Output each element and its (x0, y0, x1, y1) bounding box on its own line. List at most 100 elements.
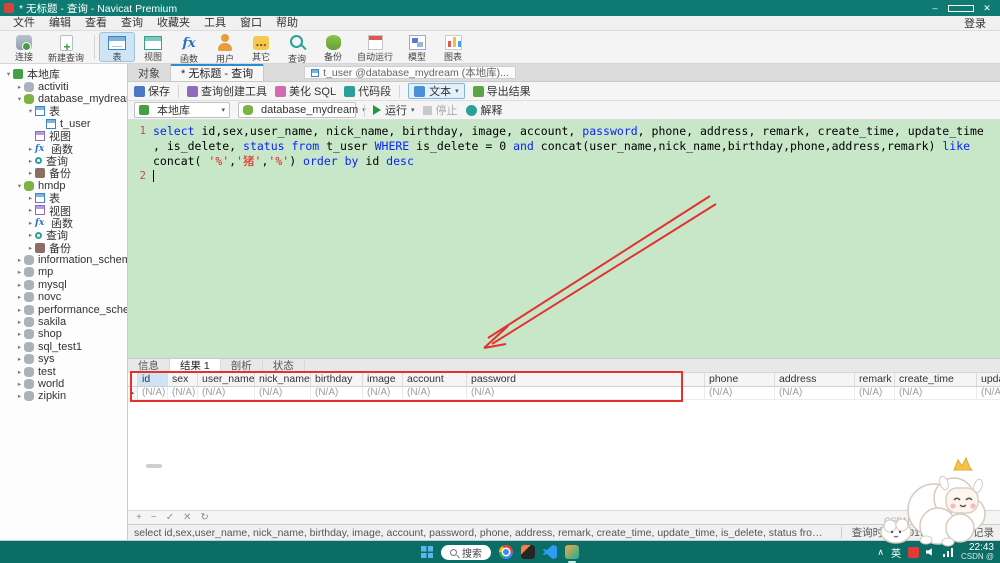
taskbar-app-navicat[interactable] (565, 545, 579, 563)
column-header[interactable]: sex (168, 373, 198, 387)
apply-changes-button[interactable]: ✓ (166, 512, 174, 523)
toolbar-button-user[interactable]: 用户 (207, 32, 243, 64)
table-cell[interactable]: (N/A) (467, 387, 705, 400)
column-header[interactable]: account (403, 373, 467, 387)
tree-item[interactable]: ▸ information_schema (0, 254, 127, 266)
run-button[interactable]: 运行 ▾ (373, 102, 415, 118)
caret-icon[interactable]: ▸ (15, 355, 24, 363)
caret-icon[interactable]: ▸ (26, 194, 35, 202)
menu-item-0[interactable]: 文件 (6, 16, 42, 31)
table-cell[interactable]: (N/A) (198, 387, 255, 400)
caret-icon[interactable]: ▸ (26, 219, 35, 227)
caret-icon[interactable]: ▾ (4, 70, 13, 78)
table-cell[interactable]: (N/A) (775, 387, 855, 400)
table-cell[interactable]: (N/A) (855, 387, 895, 400)
caret-icon[interactable]: ▸ (26, 231, 35, 239)
toolbar-button-query[interactable]: 查询 (279, 32, 315, 64)
caret-icon[interactable]: ▸ (15, 83, 24, 91)
menu-item-3[interactable]: 查询 (114, 16, 150, 31)
table-cell[interactable]: (N/A) (168, 387, 198, 400)
tree-item[interactable]: ▾ 本地库 (0, 68, 127, 81)
tree-item[interactable]: ▸ shop (0, 328, 127, 340)
table-cell[interactable]: (N/A) (895, 387, 977, 400)
column-header[interactable]: nick_name (255, 373, 311, 387)
results-tab-2[interactable]: 剖析 (221, 359, 263, 372)
table-cell[interactable]: (N/A) (705, 387, 775, 400)
toolbar-button-others[interactable]: 其它 (243, 32, 279, 62)
taskbar-app-ide[interactable] (521, 545, 535, 559)
caret-icon[interactable]: ▸ (15, 281, 24, 289)
code-snippet-button[interactable]: 代码段 (344, 83, 391, 99)
tree-item[interactable]: ▾ 表 (0, 105, 127, 118)
column-header[interactable]: create_time (895, 373, 977, 387)
caret-icon[interactable]: ▸ (15, 306, 24, 314)
column-header[interactable]: address (775, 373, 855, 387)
table-cell[interactable]: (N/A) (138, 387, 168, 400)
caret-icon[interactable]: ▸ (26, 145, 35, 153)
tree-item[interactable]: ▸ world (0, 378, 127, 390)
tree-item[interactable]: ▸ mp (0, 266, 127, 278)
table-cell[interactable]: (N/A) (403, 387, 467, 400)
caret-icon[interactable]: ▸ (26, 244, 35, 252)
column-header[interactable]: update_time (977, 373, 1000, 387)
caret-icon[interactable]: ▸ (15, 330, 24, 338)
discard-changes-button[interactable]: ✕ (183, 512, 191, 523)
splitter-handle[interactable] (146, 464, 162, 468)
caret-icon[interactable]: ▸ (15, 343, 24, 351)
maximize-button[interactable] (948, 0, 974, 16)
tree-item[interactable]: ▸ zipkin (0, 390, 127, 402)
caret-icon[interactable]: ▸ (15, 318, 24, 326)
tray-expand-icon[interactable]: ∧ (877, 547, 884, 558)
toolbar-button-backup[interactable]: 备份 (315, 32, 351, 62)
tree-item[interactable]: ▸ sql_test1 (0, 341, 127, 353)
taskbar-search[interactable]: 搜索 (441, 544, 491, 560)
tree-item[interactable]: ▾ hmdp (0, 180, 127, 192)
explain-button[interactable]: 解释 (465, 102, 503, 118)
sql-editor[interactable]: 1 select id,sex,user_name, nick_name, bir… (128, 120, 1000, 358)
toolbar-button-view[interactable]: 视图 (135, 32, 171, 62)
caret-icon[interactable]: ▾ (26, 107, 35, 115)
caret-icon[interactable]: ▸ (15, 368, 24, 376)
tray-app-icon[interactable] (907, 546, 919, 558)
column-header[interactable]: image (363, 373, 403, 387)
table-cell[interactable]: (N/A) (311, 387, 363, 400)
tree-item[interactable]: ▸ mysql (0, 279, 127, 291)
column-header[interactable]: remark (855, 373, 895, 387)
connection-select[interactable]: 本地库 ▾ (134, 102, 230, 118)
minimize-button[interactable]: – (922, 0, 948, 16)
tree-item[interactable]: ▾ database_mydream (0, 93, 127, 105)
network-icon[interactable] (942, 547, 954, 557)
view-mode-select[interactable]: 文本 ▾ (408, 83, 465, 99)
menu-item-6[interactable]: 窗口 (233, 16, 269, 31)
caret-icon[interactable]: ▸ (15, 392, 24, 400)
caret-icon[interactable]: ▸ (15, 380, 24, 388)
input-language-indicator[interactable]: 英 (891, 545, 901, 560)
caret-icon[interactable]: ▾ (15, 182, 24, 190)
menu-item-4[interactable]: 收藏夹 (150, 16, 197, 31)
toolbar-button-connection[interactable]: 连接 (6, 32, 42, 62)
results-tab-3[interactable]: 状态 (263, 359, 305, 372)
tree-item[interactable]: ▸ sys (0, 353, 127, 365)
table-cell[interactable]: (N/A) (363, 387, 403, 400)
tree-item[interactable]: ▸ 备份 (0, 241, 127, 255)
toolbar-button-function[interactable]: 函数 (171, 32, 207, 64)
results-tab-0[interactable]: 信息 (128, 359, 170, 372)
clock[interactable]: 22:43 CSDN @ (961, 542, 994, 562)
refresh-button[interactable]: ↻ (200, 512, 208, 523)
save-button[interactable]: 保存 (134, 83, 170, 99)
tree-item[interactable]: ▸ 备份 (0, 167, 127, 180)
caret-icon[interactable]: ▸ (26, 157, 35, 165)
tab-query[interactable]: * 无标题 - 查询 (171, 64, 265, 81)
caret-icon[interactable]: ▾ (15, 95, 24, 103)
database-select[interactable]: database_mydream ▾ (238, 102, 366, 118)
tab-objects[interactable]: 对象 (128, 64, 171, 81)
caret-icon[interactable]: ▸ (15, 256, 24, 264)
menu-item-2[interactable]: 查看 (78, 16, 114, 31)
menu-item-7[interactable]: 帮助 (269, 16, 305, 31)
add-record-button[interactable]: + (136, 512, 142, 523)
toolbar-button-chart[interactable]: 图表 (435, 32, 471, 62)
caret-icon[interactable]: ▸ (26, 169, 35, 177)
caret-icon[interactable]: ▸ (26, 206, 35, 214)
delete-record-button[interactable]: − (151, 512, 157, 523)
login-button[interactable]: 登录 (956, 15, 994, 31)
